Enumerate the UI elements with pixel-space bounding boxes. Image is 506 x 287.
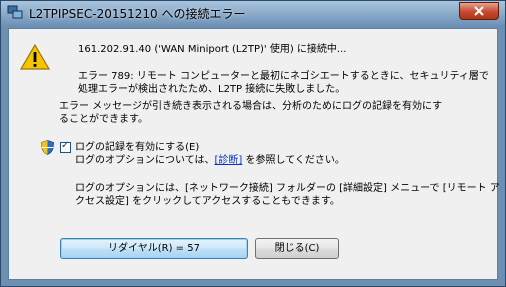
log-options-text: ログのオプションについては、[診断] を参照してください。	[75, 154, 345, 167]
warning-icon	[19, 43, 51, 71]
advice-text-line1: エラー メッセージが引き続き表示される場合は、分析のためにログの記録を有効にす	[59, 101, 443, 112]
error-message-line1: エラー 789: リモート コンピューターと最初にネゴシエートするときに、セキュ…	[78, 71, 489, 82]
dialog-window: L2TPIPSEC-20151210 への接続エラー 161.202.91.40…	[0, 0, 506, 287]
uac-shield-icon	[41, 140, 54, 155]
network-icon	[7, 5, 23, 20]
connection-status-text: 161.202.91.40 ('WAN Miniport (L2TP)' 使用)…	[78, 44, 347, 55]
error-message-line2: 処理エラーが検出されたため、L2TP 接続に失敗しました。	[78, 84, 346, 95]
title-bar[interactable]: L2TPIPSEC-20151210 への接続エラー	[1, 1, 505, 25]
log-options-suffix: を参照してください。	[242, 155, 345, 166]
log-options-note-line2: クセス設定] をクリックしてアクセスすることもできます。	[75, 196, 340, 207]
advice-text-line2: ることができます。	[59, 114, 148, 125]
enable-logging-label[interactable]: ログの記録を有効にする(E)	[75, 141, 199, 154]
check-mark-icon: ✓	[61, 140, 70, 151]
log-options-prefix: ログのオプションについては、	[75, 155, 215, 166]
close-window-button[interactable]	[459, 2, 499, 20]
log-options-note-line1: ログのオプションには、[ネットワーク接続] フォルダーの [詳細設定] メニュー…	[75, 183, 500, 194]
diagnostics-link[interactable]: [診断]	[215, 155, 243, 166]
window-title: L2TPIPSEC-20151210 への接続エラー	[29, 7, 246, 21]
dialog-content: 161.202.91.40 ('WAN Miniport (L2TP)' 使用)…	[8, 28, 500, 280]
redial-button[interactable]: リダイヤル(R) = 57	[60, 238, 248, 259]
enable-logging-checkbox[interactable]: ✓	[60, 140, 71, 153]
close-button[interactable]: 閉じる(C)	[255, 238, 339, 259]
close-icon	[474, 6, 484, 16]
